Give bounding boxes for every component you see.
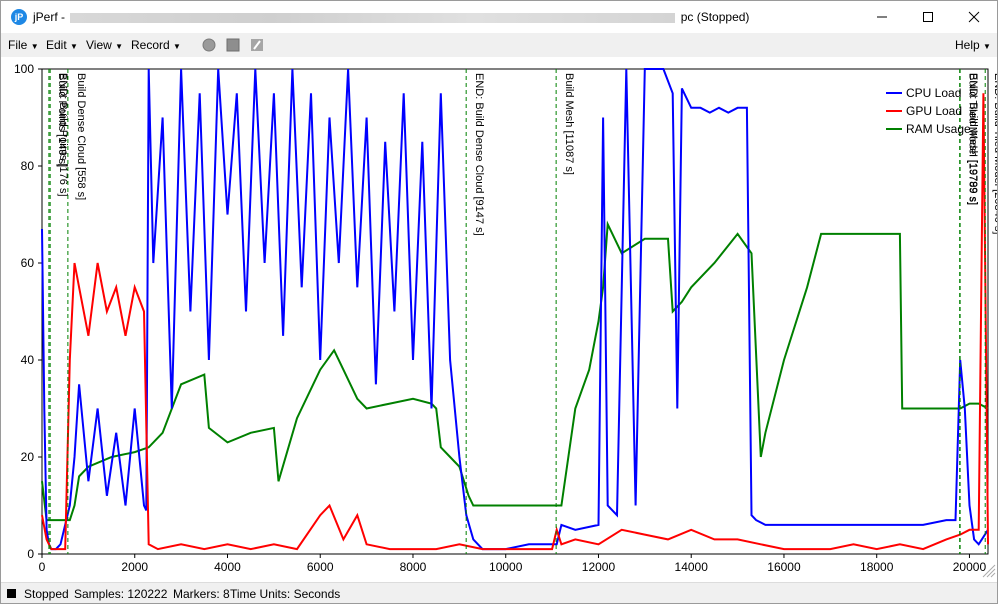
menu-help-label: Help [955,38,980,52]
y-tick-label: 20 [21,450,35,464]
menu-record-label: Record [131,38,170,52]
marker-label: END: Build Dense Cloud [9147 s] [473,73,485,236]
window-title: jPerf - pc (Stopped) [33,10,749,24]
menu-edit[interactable]: Edit ▼ [46,38,78,52]
marker-label: END: Build Mesh [19799 s] [967,73,979,205]
chart-svg: 0 20 40 60 80 100 0 2000 4000 6000 8000 10000 12000 1… [14,62,998,578]
x-tick-label: 4000 [214,560,241,574]
x-tick-label: 10000 [489,560,523,574]
performance-chart[interactable]: 0 20 40 60 80 100 0 2000 4000 6000 8000 10000 12000 1… [1,57,998,582]
minimize-icon [877,16,887,18]
marker-label: Build Dense Cloud [558 s] [75,73,87,200]
status-bar: Stopped Samples: 120222 Markers: 8 Time … [1,582,997,603]
close-button[interactable] [951,1,997,33]
status-samples: Samples: 120222 [74,587,168,601]
maximize-button[interactable] [905,1,951,33]
menu-view[interactable]: View ▼ [86,38,123,52]
menu-file-label: File [8,38,28,52]
y-tick-label: 0 [27,547,34,561]
x-tick-label: 2000 [121,560,148,574]
dropdown-arrow-icon: ▼ [173,42,181,51]
legend-label: GPU Load [906,104,962,118]
menu-bar: File ▼ Edit ▼ View ▼ Record ▼ Help ▼ [1,33,997,57]
status-time-units: Time Units: Seconds [230,587,341,601]
y-tick-label: 100 [14,62,34,76]
app-icon: jP [11,9,27,25]
jperf-window: jP jPerf - pc (Stopped) File ▼ Edit ▼ Vi… [0,0,998,604]
menu-edit-label: Edit [46,38,67,52]
menu-view-label: View [86,38,112,52]
y-tick-label: 60 [21,256,35,270]
x-tick-label: 6000 [307,560,334,574]
status-markers: Markers: 8 [173,587,230,601]
x-tick-label: 18000 [860,560,894,574]
record-icon[interactable] [201,37,217,53]
dropdown-arrow-icon: ▼ [30,42,39,51]
status-state: Stopped [24,587,69,601]
title-bar[interactable]: jP jPerf - pc (Stopped) [1,1,997,33]
redacted-path [70,12,676,23]
minimize-button[interactable] [859,1,905,33]
title-prefix: jPerf - [33,10,66,24]
stop-icon[interactable] [225,37,241,53]
marker-label: END: Build Tiled Model [20340 s] [992,73,997,234]
dropdown-arrow-icon: ▼ [983,42,991,51]
x-tick-label: 12000 [582,560,616,574]
marker-label: END: Build Points [176 s] [57,73,69,197]
y-tick-label: 40 [21,353,35,367]
x-tick-label: 20000 [953,560,987,574]
dropdown-arrow-icon: ▼ [115,42,124,51]
stop-status-icon [7,589,16,598]
y-tick-label: 80 [21,159,35,173]
marker-icon[interactable] [249,37,265,53]
x-tick-label: 14000 [675,560,709,574]
x-tick-label: 16000 [767,560,801,574]
legend-label: RAM Usage [906,122,971,136]
marker-label: Build Mesh [11087 s] [563,73,575,175]
legend-label: CPU Load [906,86,961,100]
menu-file[interactable]: File ▼ [8,38,39,52]
x-tick-label: 0 [39,560,46,574]
close-icon [968,11,980,23]
dropdown-arrow-icon: ▼ [70,42,78,51]
title-suffix: pc (Stopped) [680,10,750,24]
menu-help[interactable]: Help ▼ [955,38,991,52]
menu-record[interactable]: Record ▼ [131,38,181,52]
maximize-icon [923,12,933,22]
x-tick-label: 8000 [400,560,427,574]
